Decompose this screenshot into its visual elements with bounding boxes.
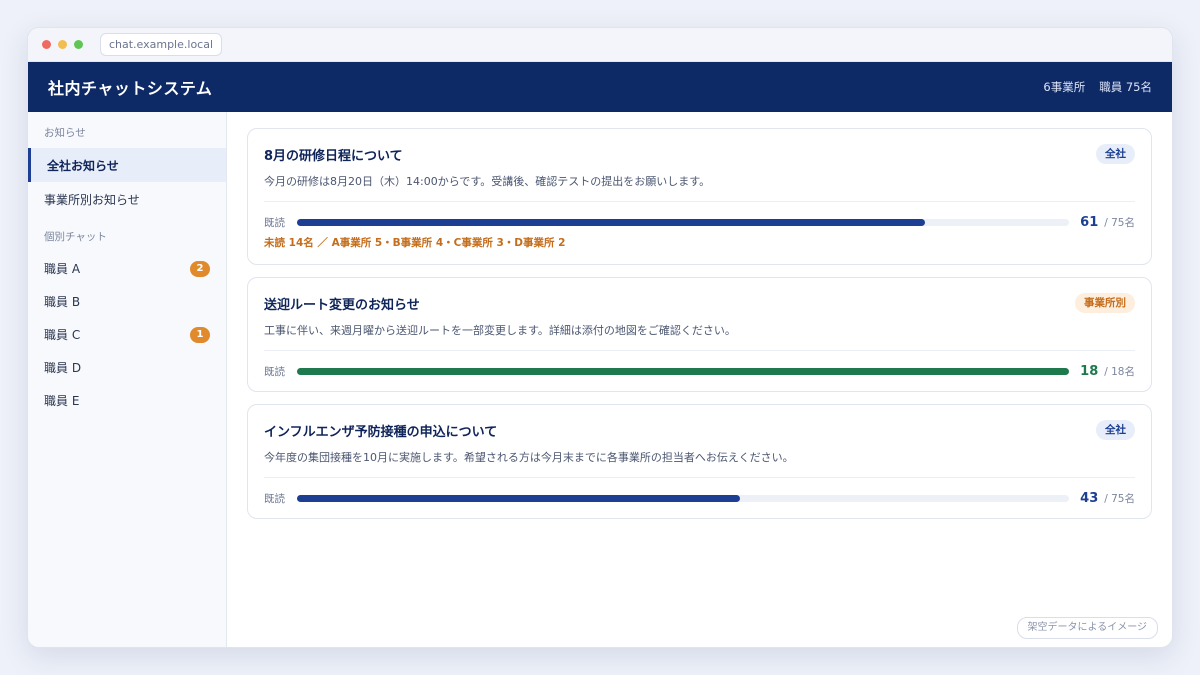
- read-label: 既読: [264, 492, 285, 505]
- announcement-title: 8月の研修日程について: [264, 148, 403, 164]
- sidebar-item-label: 事業所別お知らせ: [44, 192, 140, 207]
- maximize-window-icon[interactable]: [74, 40, 83, 49]
- announcement-card[interactable]: インフルエンザ予防接種の申込について 全社 今年度の集団接種を10月に実施します…: [247, 404, 1152, 519]
- address-bar[interactable]: chat.example.local: [100, 33, 222, 56]
- sidebar-section-notices: お知らせ: [44, 127, 86, 139]
- sidebar: お知らせ 全社お知らせ 事業所別お知らせ 個別チャット 職員 A 2 職員 B …: [28, 112, 227, 647]
- announcement-body: 工事に伴い、来週月曜から送迎ルートを一部変更します。詳細は添付の地図をご確認くだ…: [264, 324, 736, 337]
- read-label: 既読: [264, 365, 285, 378]
- scope-tag: 事業所別: [1075, 293, 1135, 313]
- total-count: / 18名: [1104, 365, 1135, 378]
- total-count: / 75名: [1104, 492, 1135, 505]
- announcement-title: 送迎ルート変更のお知らせ: [264, 297, 420, 313]
- unread-badge: 1: [190, 326, 210, 343]
- sidebar-item-staff-c[interactable]: 職員 C 1: [28, 318, 226, 351]
- announcement-body: 今月の研修は8月20日（木）14:00からです。受講後、確認テストの提出をお願い…: [264, 175, 711, 188]
- sidebar-item-label: 全社お知らせ: [47, 158, 119, 173]
- browser-chrome: chat.example.local: [28, 28, 1172, 62]
- read-progress-bar: [297, 367, 1069, 375]
- sidebar-item-label: 職員 E: [44, 394, 80, 408]
- office-count: 6事業所: [1043, 80, 1086, 94]
- read-count: 43: [1080, 490, 1099, 506]
- sample-data-note: 架空データによるイメージ: [1016, 617, 1158, 639]
- announcement-list: 8月の研修日程について 全社 今月の研修は8月20日（木）14:00からです。受…: [227, 112, 1172, 647]
- sidebar-item-staff-a[interactable]: 職員 A 2: [28, 252, 226, 285]
- read-status: 既読 43 / 75名: [264, 478, 1135, 518]
- announcement-card[interactable]: 8月の研修日程について 全社 今月の研修は8月20日（木）14:00からです。受…: [247, 128, 1152, 265]
- app-title: 社内チャットシステム: [48, 79, 213, 98]
- total-count: / 75名: [1104, 216, 1135, 229]
- unread-breakdown: 未読 14名 ／ A事業所 5・B事業所 4・C事業所 3・D事業所 2: [264, 237, 566, 249]
- sidebar-section-chats: 個別チャット: [44, 231, 107, 243]
- read-status: 既読 18 / 18名: [264, 351, 1135, 391]
- sidebar-item-company-notices[interactable]: 全社お知らせ: [28, 148, 226, 182]
- read-count: 18: [1080, 363, 1099, 379]
- read-progress-fill: [297, 218, 925, 226]
- close-window-icon[interactable]: [42, 40, 51, 49]
- sidebar-item-staff-e[interactable]: 職員 E: [28, 384, 226, 417]
- read-label: 既読: [264, 216, 285, 229]
- staff-count: 職員 75名: [1099, 80, 1152, 94]
- read-progress-bar: [297, 494, 1069, 502]
- read-progress-fill: [297, 494, 740, 502]
- announcement-title: インフルエンザ予防接種の申込について: [264, 424, 498, 440]
- unread-badge: 2: [190, 260, 210, 277]
- sidebar-item-label: 職員 B: [44, 295, 81, 309]
- minimize-window-icon[interactable]: [58, 40, 67, 49]
- read-progress-fill: [297, 367, 1069, 375]
- sidebar-item-label: 職員 D: [44, 361, 82, 375]
- header-stats: 6事業所 職員 75名: [1043, 79, 1152, 95]
- read-count: 61: [1080, 214, 1099, 230]
- sidebar-item-label: 職員 C: [44, 328, 81, 342]
- sidebar-item-staff-d[interactable]: 職員 D: [28, 351, 226, 384]
- sidebar-item-label: 職員 A: [44, 262, 81, 276]
- announcement-card[interactable]: 送迎ルート変更のお知らせ 事業所別 工事に伴い、来週月曜から送迎ルートを一部変更…: [247, 277, 1152, 392]
- app-header: 社内チャットシステム 6事業所 職員 75名: [28, 62, 1172, 112]
- scope-tag: 全社: [1096, 420, 1135, 440]
- read-progress-bar: [297, 218, 1069, 226]
- scope-tag: 全社: [1096, 144, 1135, 164]
- sidebar-item-office-notices[interactable]: 事業所別お知らせ: [28, 182, 226, 216]
- browser-window: chat.example.local 社内チャットシステム 6事業所 職員 75…: [27, 27, 1173, 648]
- announcement-body: 今年度の集団接種を10月に実施します。希望される方は今月末までに各事業所の担当者…: [264, 451, 794, 464]
- sidebar-item-staff-b[interactable]: 職員 B: [28, 285, 226, 318]
